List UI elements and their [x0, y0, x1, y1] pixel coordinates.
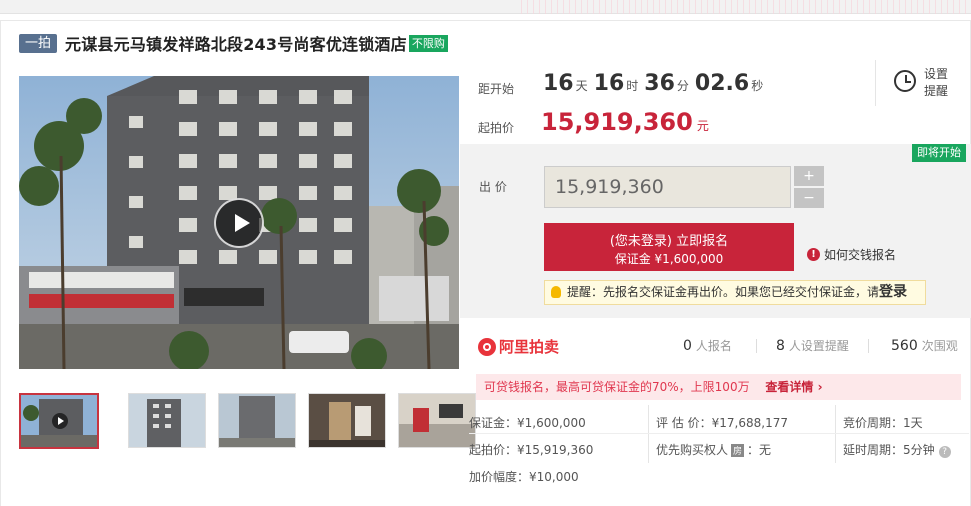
appraisal-info: 评 估 价：¥17,688,177	[656, 416, 788, 430]
signups-stat: 0 人报名	[683, 337, 732, 354]
help-icon[interactable]: ?	[938, 446, 951, 458]
priority-buyer-value: ：无	[747, 443, 772, 457]
view-details-link[interactable]: 查看详情 ›	[765, 380, 822, 394]
countdown-minutes-unit: 分	[676, 79, 689, 93]
play-icon	[235, 214, 250, 232]
ali-auction-logo: 阿里拍卖	[478, 336, 559, 357]
set-reminder-label: 设置提醒	[924, 67, 949, 98]
house-badge-icon: 房	[731, 444, 745, 457]
how-to-pay-link[interactable]: ! 如何交钱报名	[807, 246, 896, 263]
deposit-tip: 提醒：先报名交保证金再出价。如果您已经交付保证金，请登录	[544, 280, 926, 305]
signups-count: 0	[683, 338, 692, 354]
auction-round-tag: 一拍	[19, 33, 58, 53]
play-video-button[interactable]	[214, 198, 264, 248]
reminders-label: 人设置提醒	[788, 339, 849, 353]
thumbnail-1[interactable]	[19, 393, 99, 449]
thumbnail-2[interactable]	[128, 393, 206, 448]
bid-amount-input[interactable]: 15,919,360	[544, 166, 791, 208]
reminders-stat: 8 人设置提醒	[776, 337, 849, 354]
ali-auction-logo-text: 阿里拍卖	[499, 338, 560, 356]
decrease-bid-button[interactable]: −	[794, 188, 824, 208]
info-icon: !	[807, 248, 820, 261]
start-price-value: 15,919,360	[541, 108, 693, 136]
views-stat: 560 次围观	[891, 337, 958, 354]
bid-stepper: + −	[794, 166, 824, 208]
lightbulb-icon	[551, 286, 561, 298]
countdown-timer: 16 天 16 时 36 分 02.6 秒	[543, 71, 769, 97]
signup-deposit-label: 保证金 ¥1,600,000	[614, 252, 724, 266]
ali-auction-logo-icon	[478, 337, 496, 356]
start-price: 15,919,360 元	[541, 108, 709, 136]
deposit-tip-text: 提醒：先报名交保证金再出价。如果您已经交付保证金，请	[567, 285, 880, 299]
signup-button-label: (您未登录) 立即报名	[609, 234, 729, 249]
delay-cycle-info: 延时周期：5分钟?	[843, 441, 951, 458]
main-photo[interactable]	[19, 76, 459, 369]
page-title: 元谋县元马镇发祥路北段243号尚客优连锁酒店	[65, 35, 407, 54]
title-row: 一拍 元谋县元马镇发祥路北段243号尚客优连锁酒店 不限购	[19, 33, 448, 54]
countdown-minutes: 36	[644, 71, 675, 96]
countdown-days-unit: 天	[575, 79, 588, 93]
auction-info-grid: 保证金：¥1,600,000 评 估 价：¥17,688,177 竞价周期：1天…	[469, 405, 971, 505]
top-strip	[0, 0, 971, 14]
login-link[interactable]: 登录	[879, 284, 907, 300]
delay-cycle-text: 延时周期：5分钟	[843, 443, 935, 457]
start-price-unit: 元	[696, 119, 709, 133]
increment-info: 加价幅度：¥10,000	[469, 470, 579, 484]
priority-buyer-label: 优先购买权人	[656, 443, 729, 457]
loan-promo-banner: 可贷钱报名，最高可贷保证金的70%，上限100万 查看详情 ›	[476, 374, 961, 400]
countdown-label: 距开始	[478, 82, 515, 96]
reminders-count: 8	[776, 338, 785, 354]
countdown-seconds: 02.6	[694, 71, 750, 96]
thumbnail-4[interactable]	[308, 393, 386, 448]
purchase-limit-badge: 不限购	[408, 34, 448, 52]
bid-cycle-info: 竞价周期：1天	[843, 416, 923, 430]
bid-panel: 即将开始 出 价 15,919,360 + − (您未登录) 立即报名 保证金 …	[460, 144, 971, 318]
alarm-clock-icon	[894, 70, 916, 92]
thumbnail-5[interactable]	[398, 393, 476, 448]
bid-label: 出 价	[479, 180, 507, 194]
status-badge: 即将开始	[912, 144, 966, 162]
countdown-hours-unit: 时	[626, 79, 639, 93]
signups-label: 人报名	[695, 339, 732, 353]
deposit-info: 保证金：¥1,600,000	[469, 416, 586, 430]
start-price-info: 起拍价：¥15,919,360	[469, 443, 594, 457]
thumbnail-3[interactable]	[218, 393, 296, 448]
thumbnail-strip	[19, 393, 476, 449]
countdown-days: 16	[543, 71, 574, 96]
auction-page: 一拍 元谋县元马镇发祥路北段243号尚客优连锁酒店 不限购 距开始 16 天 1…	[0, 0, 971, 506]
priority-buyer-info: 优先购买权人房：无	[656, 441, 771, 458]
signup-button[interactable]: (您未登录) 立即报名 保证金 ¥1,600,000	[544, 223, 794, 271]
views-label: 次围观	[921, 339, 958, 353]
countdown-seconds-unit: 秒	[751, 79, 764, 93]
countdown-hours: 16	[593, 71, 625, 96]
set-reminder-button[interactable]: 设置提醒	[875, 60, 971, 106]
increase-bid-button[interactable]: +	[794, 166, 824, 186]
views-count: 560	[891, 338, 918, 354]
stat-divider	[756, 339, 757, 353]
stat-divider	[868, 339, 869, 353]
how-to-pay-label: 如何交钱报名	[824, 248, 897, 262]
start-price-label: 起拍价	[478, 121, 515, 135]
loan-promo-text: 可贷钱报名，最高可贷保证金的70%，上限100万	[484, 380, 750, 394]
